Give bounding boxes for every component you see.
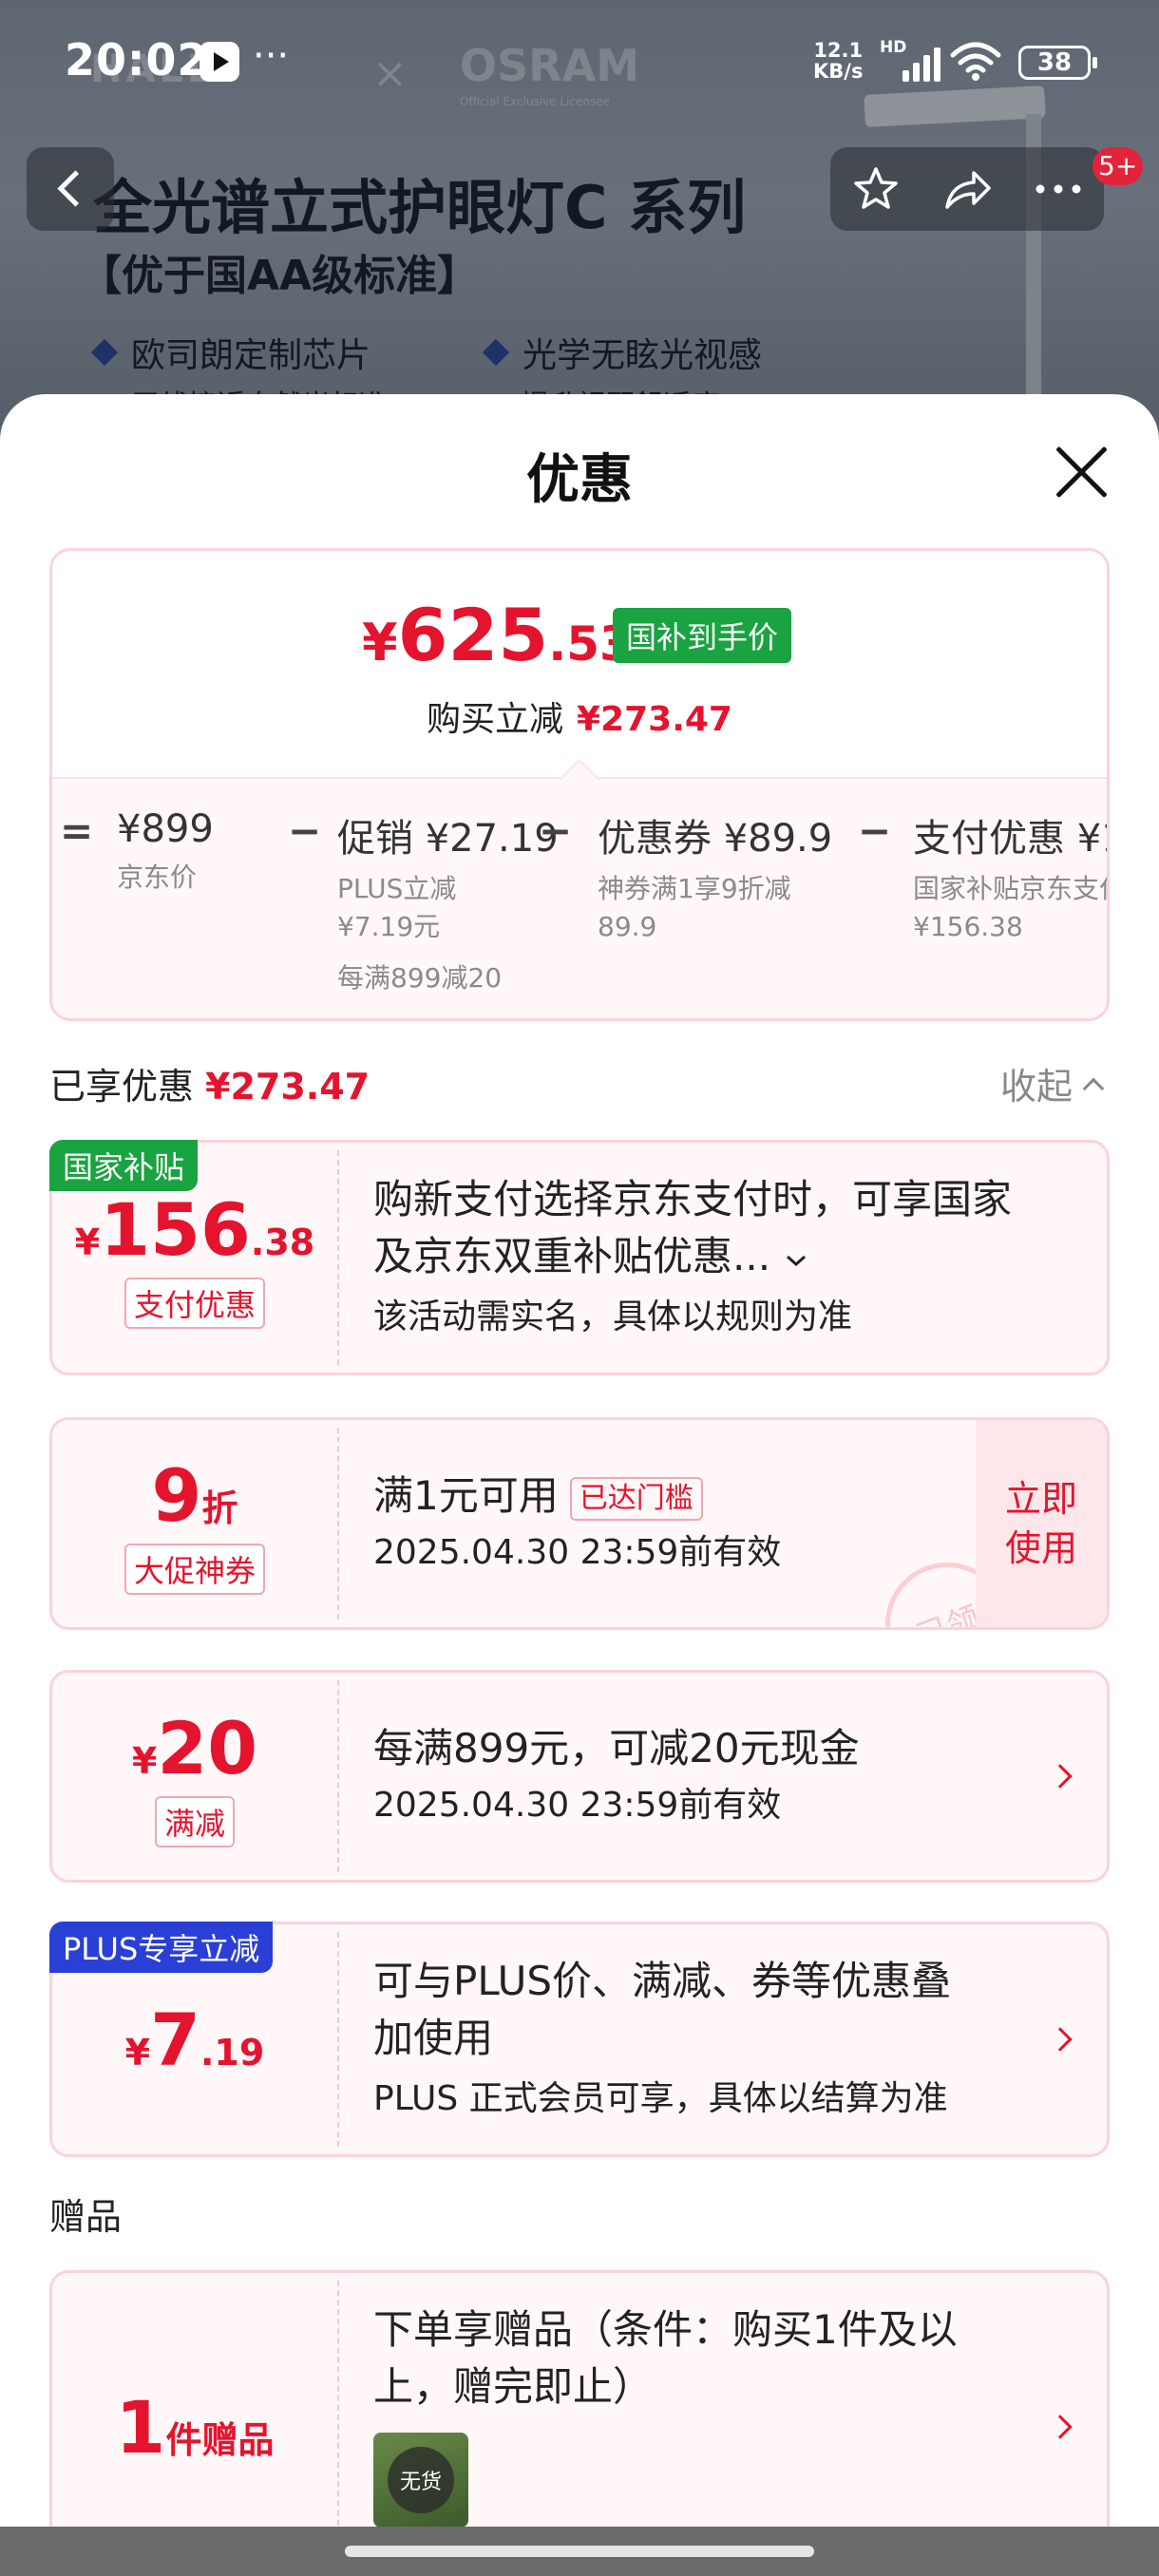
coupon-divider xyxy=(337,1932,339,2147)
nav-actions xyxy=(830,147,1104,231)
system-navigation-bar xyxy=(0,2527,1159,2576)
chevron-right-icon[interactable] xyxy=(1048,1764,1073,1789)
coupon-type-badge: 大促神券 xyxy=(124,1543,265,1595)
chevron-up-icon xyxy=(1082,1077,1105,1099)
coupon-type-badge: 支付优惠 xyxy=(124,1277,265,1329)
coupon-description: 每满899元，可减20元现金 2025.04.30 23:59前有效 xyxy=(373,1725,860,1825)
more-notifications-icon: ··· xyxy=(253,34,290,78)
coupon-discount-9[interactable]: 9 折 大促神券 满1元可用 已达门槛 2025.04.30 23:59前有效 已… xyxy=(49,1417,1110,1630)
chevron-right-icon[interactable] xyxy=(1048,2415,1073,2439)
enjoyed-discount-total: 已享优惠 ¥273.47 xyxy=(49,1066,370,1108)
calc-operator: − xyxy=(539,807,573,854)
network-speed: 12.1 KB/s xyxy=(813,39,864,83)
sold-out-label: 无货 xyxy=(388,2447,454,2513)
coupon-plus-member[interactable]: ¥ 7 .19 PLUS专享立减 可与PLUS价、满减、券等优惠叠 加使用 PL… xyxy=(49,1922,1110,2157)
plus-exclusive-badge: PLUS专享立减 xyxy=(49,1922,274,1973)
coupon-value: 9 折 大促神券 xyxy=(52,1420,337,1627)
battery-icon: 38 xyxy=(1018,46,1097,80)
coupon-description: 满1元可用 已达门槛 2025.04.30 23:59前有效 xyxy=(373,1472,782,1572)
message-count-badge: 5+ xyxy=(1092,147,1144,185)
national-subsidy-badge: 国家补贴 xyxy=(49,1140,199,1191)
favorite-star-icon[interactable] xyxy=(849,162,902,216)
coupon-description: 购新支付选择京东支付时，可享国家 及京东双重补贴优惠... 该活动需实名，具体以… xyxy=(373,1171,1050,1338)
calc-item-payment: 支付优惠 ¥156.38 国家补贴京东支付 ¥156.38 xyxy=(913,817,1110,942)
gift-description: 下单享赠品（条件：购买1件及以 上，赠完即止） xyxy=(373,2306,958,2410)
chevron-right-icon[interactable] xyxy=(1048,2027,1073,2052)
calc-operator: − xyxy=(288,807,322,854)
subsidy-price-tag: 国补到手价 xyxy=(613,608,792,663)
coupon-full-reduction[interactable]: ¥ 20 满减 每满899元，可减20元现金 2025.04.30 23:59前… xyxy=(49,1670,1110,1883)
wifi-icon xyxy=(950,42,1001,81)
video-app-icon xyxy=(200,42,239,82)
coupon-national-subsidy[interactable]: ¥ 156 .38 支付优惠 国家补贴 购新支付选择京东支付时，可享国家 及京东… xyxy=(49,1140,1110,1375)
threshold-reached-tag: 已达门槛 xyxy=(569,1476,703,1521)
calc-operator: − xyxy=(858,807,892,854)
price-summary-card: ¥ 625 .53 国补到手价 购买立减 ¥273.47 = ¥899 京东价 −… xyxy=(49,548,1110,1021)
calc-item-jd-price: ¥899 京东价 xyxy=(117,807,214,893)
calc-item-coupon: 优惠券 ¥89.9 神券满1享9折减 89.9 xyxy=(598,817,833,942)
more-menu-icon[interactable] xyxy=(1032,162,1085,216)
close-icon[interactable] xyxy=(1053,444,1110,501)
use-now-button[interactable]: 立即 使用 xyxy=(976,1420,1107,1627)
signal-icon xyxy=(902,47,940,82)
coupon-divider xyxy=(337,1150,339,1365)
final-price: ¥ 625 .53 xyxy=(362,593,633,677)
coupon-description: 可与PLUS价、满减、券等优惠叠 加使用 PLUS 正式会员可享，具体以结算为准 xyxy=(373,1958,952,2118)
gift-thumbnail[interactable]: 无货 xyxy=(373,2433,468,2528)
coupon-value: ¥ 20 满减 xyxy=(52,1673,337,1880)
back-button[interactable] xyxy=(27,147,114,231)
status-bar: 20:02 ··· 12.1 KB/s HD 38 xyxy=(0,0,1159,123)
sheet-title: 优惠 xyxy=(526,449,633,511)
discount-bottom-sheet: 优惠 ¥ 625 .53 国补到手价 购买立减 ¥273.47 = ¥899 京东… xyxy=(0,394,1159,2576)
home-indicator[interactable] xyxy=(345,2546,814,2557)
share-icon[interactable] xyxy=(940,162,994,216)
price-header: ¥ 625 .53 国补到手价 购买立减 ¥273.47 xyxy=(52,551,1107,779)
coupon-divider xyxy=(337,1680,339,1872)
collapse-button[interactable]: 收起 xyxy=(1000,1057,1105,1109)
chevron-down-icon xyxy=(787,1255,807,1267)
calc-item-promotion: 促销 ¥27.19 PLUS立减 ¥7.19元 每满899减20 xyxy=(337,817,559,994)
status-time: 20:02 xyxy=(65,34,209,85)
coupon-type-badge: 满减 xyxy=(154,1795,235,1847)
price-breakdown[interactable]: = ¥899 京东价 − 促销 ¥27.19 PLUS立减 ¥7.19元 每满8… xyxy=(52,777,1110,1018)
coupon-divider xyxy=(337,1428,339,1619)
gifts-section-title: 赠品 xyxy=(49,2196,123,2238)
instant-discount-line: 购买立减 ¥273.47 xyxy=(427,700,732,739)
calc-operator: = xyxy=(60,807,94,854)
expand-description-link[interactable]: 及京东双重补贴优惠... xyxy=(373,1228,1050,1285)
